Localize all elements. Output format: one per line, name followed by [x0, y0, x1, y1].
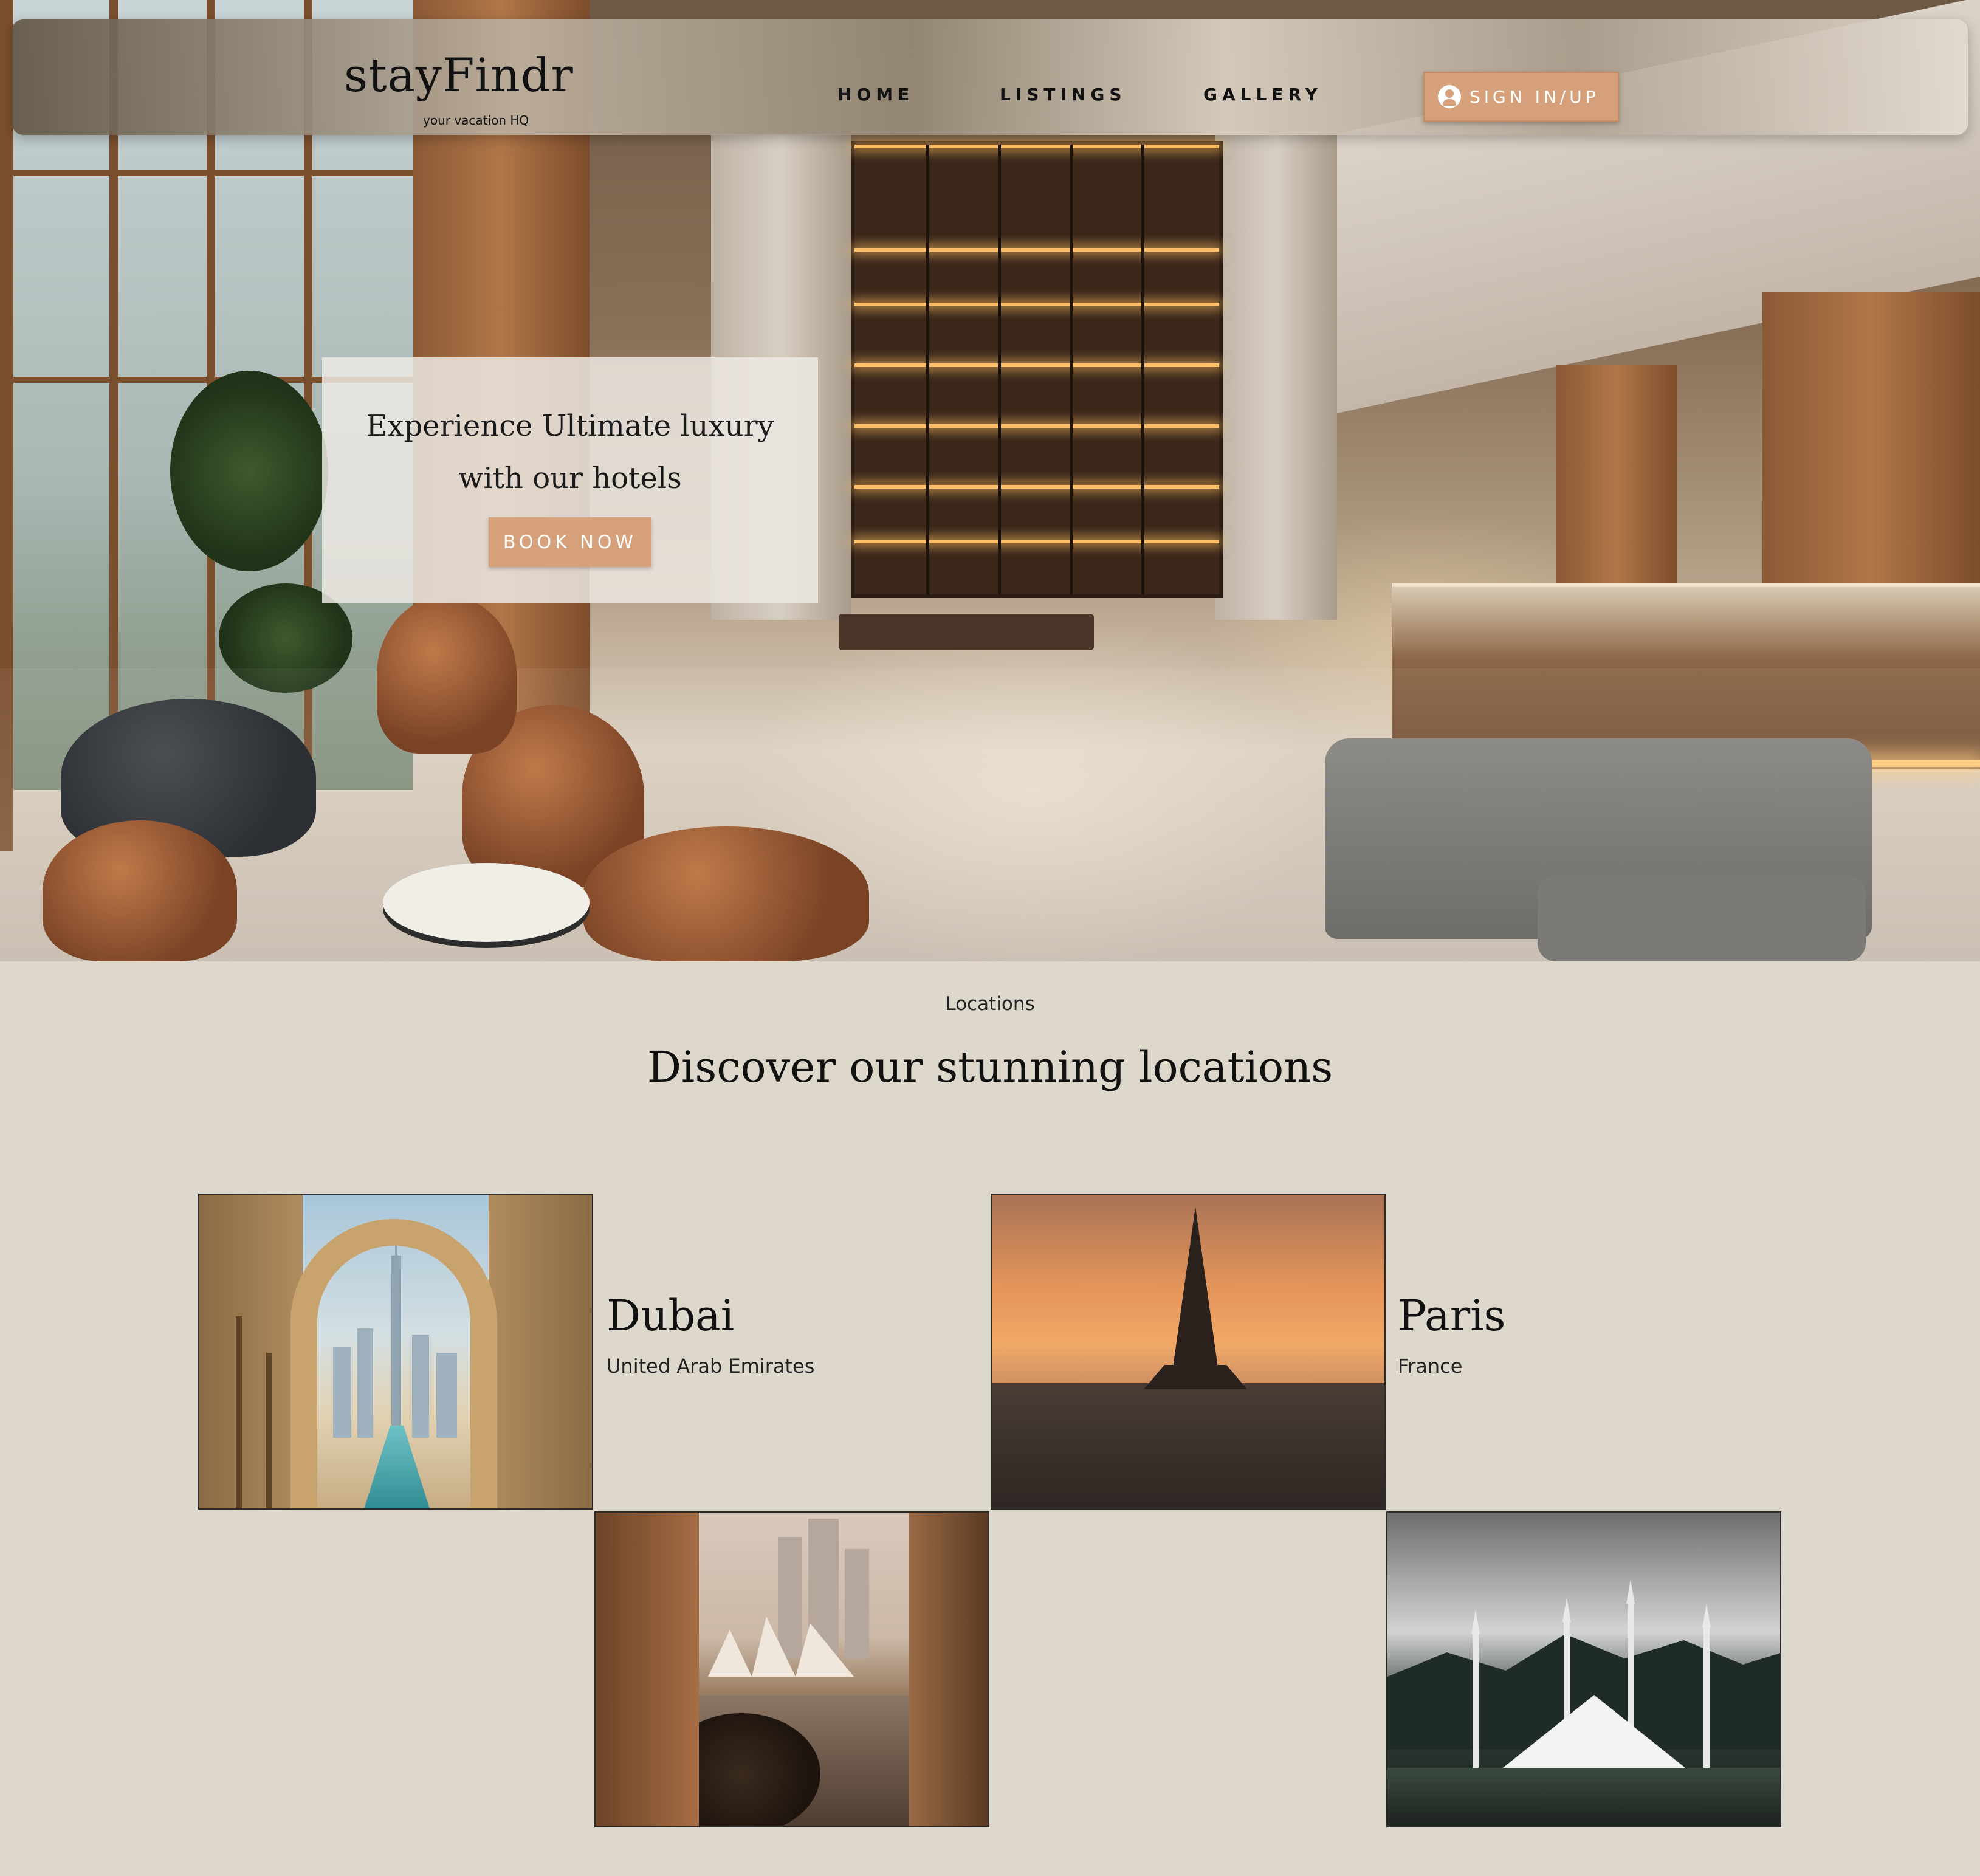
hero-headline-line-1: Experience Ultimate luxury [366, 409, 774, 443]
hero-background-image [0, 0, 1980, 961]
sign-in-up-label: SIGN IN/UP [1470, 86, 1600, 107]
location-image-faisal-mosque[interactable] [1386, 1511, 1781, 1827]
top-navigation-bar: stayFindr your vacation HQ HOME LISTINGS… [12, 19, 1968, 135]
location-city-dubai[interactable]: Dubai [607, 1294, 734, 1337]
section-title: Discover our stunning locations [647, 1042, 1333, 1092]
nav-link-listings[interactable]: LISTINGS [1000, 86, 1127, 103]
nav-link-home[interactable]: HOME [837, 86, 914, 103]
location-city-paris[interactable]: Paris [1398, 1294, 1505, 1337]
logo-title[interactable]: stayFindr [344, 52, 574, 98]
hero-promo-card: Experience Ultimate luxury with our hote… [322, 357, 818, 603]
hero-headline: Experience Ultimate luxury with our hote… [322, 400, 818, 504]
location-image-sydney[interactable] [594, 1511, 989, 1827]
user-circle-icon [1438, 85, 1461, 108]
location-image-dubai[interactable] [198, 1194, 593, 1510]
nav-link-gallery[interactable]: GALLERY [1203, 86, 1322, 103]
hero-headline-line-2: with our hotels [458, 461, 682, 495]
section-eyebrow: Locations [945, 993, 1035, 1015]
location-country-paris: France [1398, 1355, 1463, 1378]
location-country-dubai: United Arab Emirates [607, 1355, 815, 1378]
book-now-button[interactable]: BOOK NOW [489, 517, 651, 567]
location-image-paris[interactable] [991, 1194, 1386, 1510]
logo-tagline: your vacation HQ [423, 113, 529, 128]
sign-in-up-button[interactable]: SIGN IN/UP [1423, 72, 1619, 122]
